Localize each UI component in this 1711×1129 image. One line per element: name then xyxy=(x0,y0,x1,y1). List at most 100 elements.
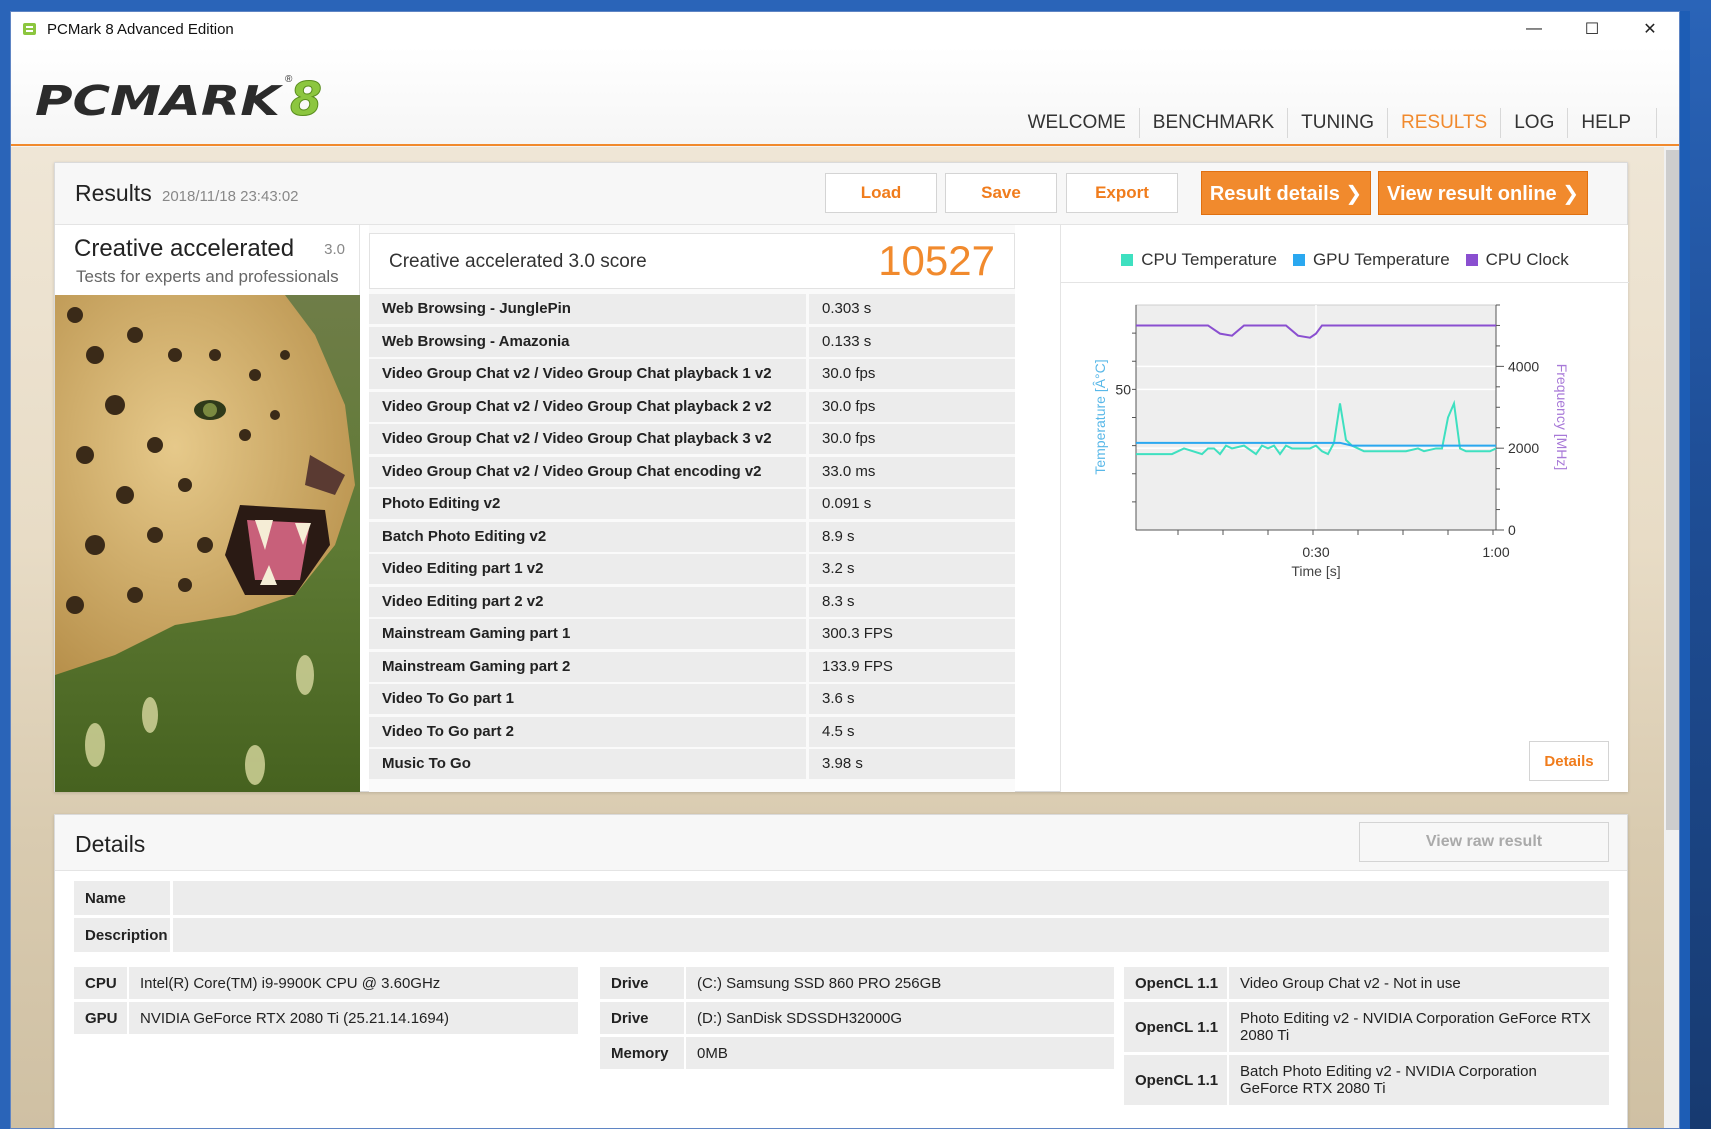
desktop-background-top xyxy=(0,0,1711,11)
legend-label: CPU Clock xyxy=(1485,250,1569,269)
drive-key: Drive xyxy=(600,1002,684,1034)
subtest-name: Video Group Chat v2 / Video Group Chat e… xyxy=(369,456,806,487)
drive-value: (C:) Samsung SSD 860 PRO 256GB xyxy=(686,967,1114,999)
logo-text: PCMARK xyxy=(35,77,281,125)
details-button[interactable]: Details xyxy=(1529,741,1609,781)
vertical-scrollbar[interactable] xyxy=(1664,147,1679,1128)
nav-welcome[interactable]: WELCOME xyxy=(1015,108,1139,138)
y-left-tick-label: 50 xyxy=(1115,381,1131,397)
y-right-axis-label: Frequency [MHz] xyxy=(1554,364,1570,471)
subtest-row: Video Group Chat v2 / Video Group Chat p… xyxy=(369,359,1015,389)
title-bar[interactable]: PCMark 8 Advanced Edition — ☐ ✕ xyxy=(11,12,1679,46)
subtest-name: Video Group Chat v2 / Video Group Chat p… xyxy=(369,391,806,422)
gpu-value: NVIDIA GeForce RTX 2080 Ti (25.21.14.169… xyxy=(129,1002,578,1034)
leopard-image xyxy=(55,295,360,792)
subtest-row: Mainstream Gaming part 1 300.3 FPS xyxy=(369,619,1015,649)
subtest-name: Mainstream Gaming part 1 xyxy=(369,619,806,649)
scrollbar-thumb[interactable] xyxy=(1666,150,1679,830)
legend-swatch xyxy=(1292,254,1305,266)
subtest-name: Web Browsing - Amazonia xyxy=(369,326,806,357)
memory-value: 0MB xyxy=(686,1037,1114,1069)
subtest-row: Video Editing part 2 v2 8.3 s xyxy=(369,586,1015,617)
pcmark-app-icon xyxy=(23,23,36,35)
subtest-value: 30.0 fps xyxy=(809,359,1015,389)
subtest-value: 0.091 s xyxy=(809,489,1015,519)
desktop-background-right xyxy=(1690,0,1711,1129)
monitoring-chart-panel: CPU Temperature GPU Temperature CPU Cloc… xyxy=(1060,225,1629,792)
result-details-button[interactable]: Result details ❯ xyxy=(1201,171,1371,215)
subtest-row: Video To Go part 2 4.5 s xyxy=(369,716,1015,747)
subtest-value: 3.6 s xyxy=(809,684,1015,714)
legend-label: CPU Temperature xyxy=(1141,250,1277,269)
description-row: Description xyxy=(74,918,1609,952)
legend-cpu-temperature[interactable]: CPU Temperature xyxy=(1121,250,1277,270)
y-right-tick-label: 0 xyxy=(1508,522,1516,538)
legend-label: GPU Temperature xyxy=(1312,250,1450,269)
export-button[interactable]: Export xyxy=(1066,173,1178,213)
opencl-key: OpenCL 1.1 xyxy=(1124,1002,1227,1052)
score-label: Creative accelerated 3.0 score xyxy=(389,251,647,272)
subtest-row: Batch Photo Editing v2 8.9 s xyxy=(369,521,1015,552)
view-raw-result-button[interactable]: View raw result xyxy=(1359,822,1609,862)
legend-gpu-temperature[interactable]: GPU Temperature xyxy=(1292,250,1450,270)
results-panel: Results 2018/11/18 23:43:02 Load Save Ex… xyxy=(54,162,1629,792)
legend-swatch xyxy=(1121,254,1134,266)
opencl-row: OpenCL 1.1 Video Group Chat v2 - Not in … xyxy=(1124,967,1609,999)
nav-help[interactable]: HELP xyxy=(1567,108,1644,138)
subtest-row: Web Browsing - Amazonia 0.133 s xyxy=(369,326,1015,357)
nav-results[interactable]: RESULTS xyxy=(1387,108,1500,138)
memory-key: Memory xyxy=(600,1037,684,1069)
subtest-row: Music To Go 3.98 s xyxy=(369,749,1015,779)
opencl-row: OpenCL 1.1 Batch Photo Editing v2 - NVID… xyxy=(1124,1055,1609,1105)
test-card: Creative accelerated 3.0 Tests for exper… xyxy=(55,225,360,792)
minimize-button[interactable]: — xyxy=(1505,12,1563,46)
subtest-value: 4.5 s xyxy=(809,716,1015,747)
legend-divider xyxy=(1061,282,1629,283)
subtest-value: 0.303 s xyxy=(809,294,1015,324)
maximize-button[interactable]: ☐ xyxy=(1563,12,1621,46)
subtest-row: Web Browsing - JunglePin 0.303 s xyxy=(369,294,1015,324)
results-content: Results 2018/11/18 23:43:02 Load Save Ex… xyxy=(11,147,1679,1128)
opencl-value: Photo Editing v2 - NVIDIA Corporation Ge… xyxy=(1229,1002,1609,1052)
desktop-background-left xyxy=(0,0,10,1129)
subtest-value: 30.0 fps xyxy=(809,424,1015,454)
description-key: Description xyxy=(74,918,170,952)
subtest-row: Video Group Chat v2 / Video Group Chat e… xyxy=(369,456,1015,487)
view-result-online-button[interactable]: View result online ❯ xyxy=(1378,171,1588,215)
nav-log[interactable]: LOG xyxy=(1500,108,1567,138)
nav-benchmark[interactable]: BENCHMARK xyxy=(1138,108,1287,138)
results-date: 2018/11/18 23:43:02 xyxy=(162,188,299,205)
name-row: Name xyxy=(74,881,1609,915)
subtest-value: 8.3 s xyxy=(809,586,1015,617)
opencl-key: OpenCL 1.1 xyxy=(1124,967,1227,999)
y-right-tick-label: 2000 xyxy=(1508,440,1539,456)
load-button[interactable]: Load xyxy=(825,173,937,213)
subtest-value: 3.98 s xyxy=(809,749,1015,779)
opencl-value: Batch Photo Editing v2 - NVIDIA Corporat… xyxy=(1229,1055,1609,1105)
subtest-name: Batch Photo Editing v2 xyxy=(369,521,806,552)
subtest-name: Mainstream Gaming part 2 xyxy=(369,651,806,682)
subtest-value: 8.9 s xyxy=(809,521,1015,552)
gpu-key: GPU xyxy=(74,1002,127,1034)
test-description: Tests for experts and professionals xyxy=(76,267,339,286)
name-value xyxy=(173,881,1609,915)
legend-cpu-clock[interactable]: CPU Clock xyxy=(1465,250,1569,270)
save-button[interactable]: Save xyxy=(945,173,1057,213)
subtest-value: 0.133 s xyxy=(809,326,1015,357)
overall-score: Creative accelerated 3.0 score 10527 xyxy=(369,233,1015,289)
description-value xyxy=(173,918,1609,952)
subtest-row: Video To Go part 1 3.6 s xyxy=(369,684,1015,714)
subtest-value: 300.3 FPS xyxy=(809,619,1015,649)
nav-divider xyxy=(1656,108,1657,138)
legend-swatch xyxy=(1465,254,1478,266)
window-title: PCMark 8 Advanced Edition xyxy=(47,20,234,38)
cpu-row: CPU Intel(R) Core(TM) i9-9900K CPU @ 3.6… xyxy=(74,967,578,999)
subtest-value: 33.0 ms xyxy=(809,456,1015,487)
subtest-row: Mainstream Gaming part 2 133.9 FPS xyxy=(369,651,1015,682)
x-axis-label: Time [s] xyxy=(1291,563,1340,579)
nav-tuning[interactable]: TUNING xyxy=(1287,108,1387,138)
close-button[interactable]: ✕ xyxy=(1621,12,1679,46)
score-value: 10527 xyxy=(878,237,995,284)
opencl-row: OpenCL 1.1 Photo Editing v2 - NVIDIA Cor… xyxy=(1124,1002,1609,1052)
pcmark-logo: PCMARK ® 8 xyxy=(35,72,323,127)
